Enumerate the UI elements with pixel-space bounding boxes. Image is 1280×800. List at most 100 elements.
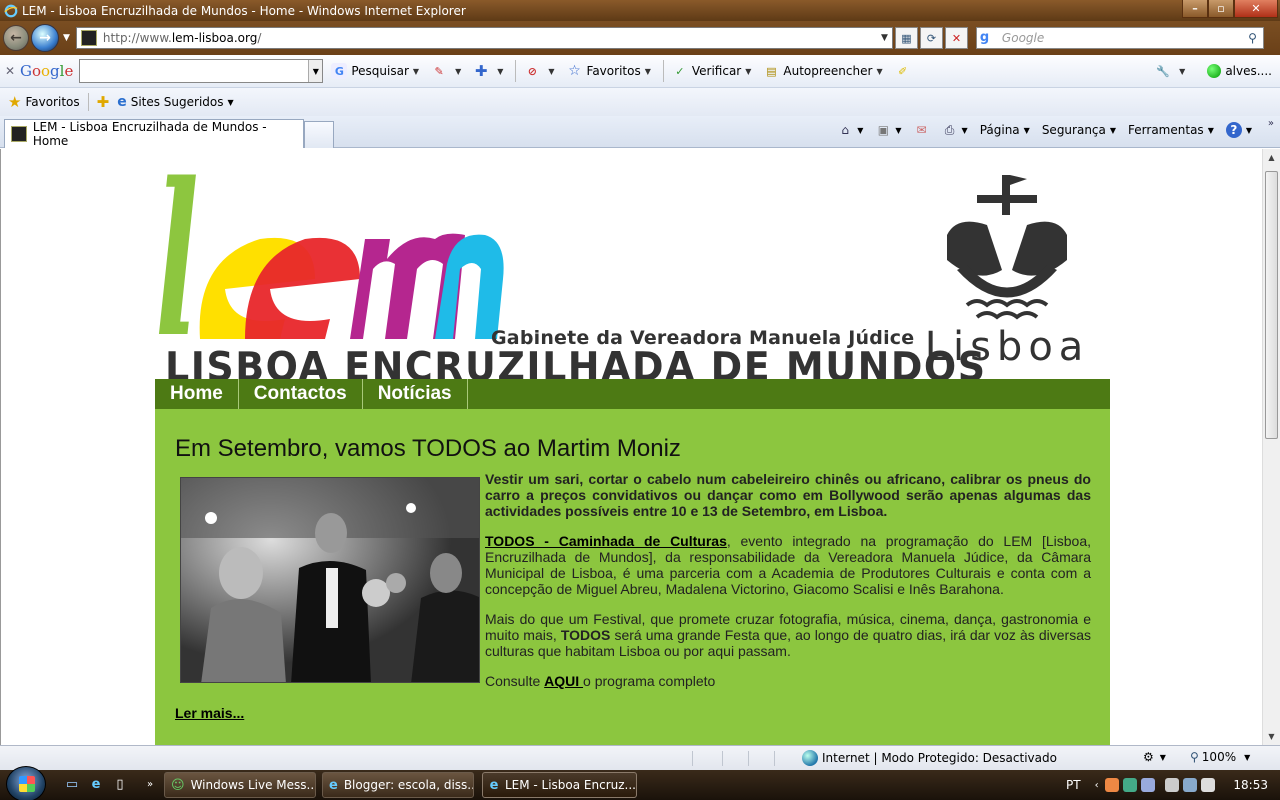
close-button[interactable]: ✕ [1234,0,1278,18]
ie-icon: e [489,777,499,793]
vertical-scrollbar[interactable]: ▲ ▼ [1262,149,1280,745]
clock[interactable]: 18:53 [1233,778,1268,792]
status-bar: Internet | Modo Protegido: Desactivado ⚙… [0,745,1280,770]
favorites-button[interactable]: Favoritos [25,95,79,109]
print-button[interactable]: ⎙ ▼ [942,122,968,138]
scroll-down-icon[interactable]: ▼ [1263,728,1280,745]
highlighter-icon: ✐ [897,64,908,78]
chevron-down-icon[interactable]: ▼ [228,98,234,107]
spellcheck-button[interactable]: ✓ Verificar ▼ [672,63,751,79]
minimize-button[interactable]: – [1182,0,1208,18]
tray-expand-icon[interactable]: ‹ [1095,780,1099,791]
svg-text:Lisboa: Lisboa [925,324,1090,365]
volume-icon[interactable] [1200,778,1215,792]
recent-pages-dropdown-icon[interactable]: ▼ [63,33,70,43]
nav-home[interactable]: Home [155,379,239,409]
task-blogger[interactable]: e Blogger: escola, diss... [322,772,474,798]
address-bar[interactable]: http://www.lem-lisboa.org/ ▼ [75,27,893,49]
todos-link[interactable]: TODOS - Caminhada de Culturas [485,533,727,549]
network-icon[interactable] [1182,778,1197,792]
scroll-up-icon[interactable]: ▲ [1263,149,1280,166]
scroll-thumb[interactable] [1265,171,1278,439]
search-icon[interactable]: ⚲ [1248,31,1257,45]
language-indicator[interactable]: PT [1066,778,1081,792]
status-divider [748,751,749,766]
article-paragraph: Mais do que um Festival, que promete cru… [485,611,1091,659]
article-photo [180,477,480,683]
forward-button[interactable]: → [31,24,59,52]
status-divider [692,751,693,766]
home-button[interactable]: ⌂ ▼ [837,122,863,138]
maximize-button[interactable]: ▫ [1208,0,1234,18]
plus-button[interactable]: ✚ ▼ [473,62,503,80]
popup-blocker-button[interactable]: ⊘ ▼ [524,63,555,79]
plus-icon: ✚ [474,62,488,80]
ie-logo-icon [4,4,18,17]
taskbar: ▭ e ▯ » ☺ Windows Live Mess... e Blogger: … [0,766,1280,800]
suggested-sites-button[interactable]: Sites Sugeridos [131,95,224,109]
main-content: Em Setembro, vamos TODOS ao Martim Moniz [155,409,1110,745]
bookmark-menu-button[interactable]: ✎ ▼ [431,63,461,79]
article-body: Vestir um sari, cortar o cabelo num cabe… [485,471,1091,703]
feeds-button[interactable]: ▣ ▼ [875,122,902,138]
title-bar: LEM - Lisboa Encruzilhada de Mundos - Ho… [0,0,1280,21]
highlight-button[interactable]: ✐ [895,63,915,79]
nav-contactos[interactable]: Contactos [239,379,363,409]
programa-link[interactable]: AQUI [544,673,583,689]
start-button[interactable] [6,766,46,800]
globe-icon [802,750,818,766]
task-lem[interactable]: e LEM - Lisboa Encruz... [482,772,637,798]
quicklaunch-chevron-icon[interactable]: » [142,776,158,792]
ie-quicklaunch-icon[interactable]: e [88,776,104,792]
chevron-right-icon[interactable]: » [1268,118,1274,129]
toolbar-close-icon[interactable]: ✕ [0,64,20,78]
account-status-icon [1207,64,1222,78]
battery-icon[interactable] [1164,778,1179,792]
back-button[interactable]: ← [3,25,29,51]
add-favorite-icon[interactable]: ✚ [97,93,110,111]
mail-button[interactable]: ✉ [914,122,930,138]
wrench-icon: 🔧 [1156,64,1170,78]
autofill-button[interactable]: ▤ Autopreencher ▼ [763,63,882,79]
tools-menu[interactable]: Ferramentas ▼ [1128,123,1214,137]
google-search-icon: g [979,30,990,45]
tray-users-icon[interactable] [1140,778,1155,792]
settings-button[interactable]: 🔧 ▼ [1155,63,1185,79]
protected-mode-button[interactable]: ⚙ ▼ [1143,750,1166,764]
article-paragraph: Consulte AQUI o programa completo [485,673,716,689]
tab-lem-home[interactable]: LEM - Lisboa Encruzilhada de Mundos - Ho… [4,119,304,148]
chevron-down-icon[interactable]: ▼ [308,60,323,82]
address-dropdown-icon[interactable]: ▼ [881,33,888,43]
help-menu[interactable]: ? ▼ [1225,122,1252,138]
ie-icon: e [329,777,338,793]
security-zone[interactable]: Internet | Modo Protegido: Desactivado [802,750,1057,766]
google-search-input[interactable]: ▼ [79,59,324,83]
refresh-icon[interactable]: ⟳ [919,27,943,49]
new-tab-button[interactable] [304,121,334,148]
page-menu[interactable]: Página ▼ [980,123,1030,137]
favorites-button[interactable]: ☆ Favoritos ▼ [567,63,651,79]
document-icon[interactable]: ▯ [112,776,128,792]
stop-icon[interactable]: ✕ [944,27,968,49]
tray-app-icon[interactable] [1104,778,1119,792]
search-box[interactable]: g Google ⚲ [975,27,1264,49]
show-desktop-icon[interactable]: ▭ [64,776,80,792]
chevron-down-icon[interactable]: ▼ [1244,753,1250,762]
read-more-link[interactable]: Ler mais... [175,705,244,721]
zoom-control[interactable]: ⚲ 100% ▼ [1190,750,1250,764]
compatibility-view-icon[interactable]: ▦ [894,27,918,49]
tray-app-icon[interactable] [1122,778,1137,792]
protected-mode-icon: ⚙ [1143,750,1154,764]
rss-icon: ▣ [877,123,890,137]
zone-text: Internet | Modo Protegido: Desactivado [822,751,1057,765]
svg-text:l: l [155,169,199,344]
security-menu[interactable]: Segurança ▼ [1042,123,1116,137]
search-placeholder: Google [1001,31,1045,45]
nav-noticias[interactable]: Notícias [363,379,468,409]
search-button[interactable]: G Pesquisar ▼ [331,63,419,79]
account-name[interactable]: alves.... [1225,64,1272,78]
task-windows-live-messenger[interactable]: ☺ Windows Live Mess... [164,772,316,798]
google-g-icon: G [331,63,348,79]
page-viewport: l Gabinete da Vereadora Manuela Júdice L… [0,149,1262,745]
article-headline: Em Setembro, vamos TODOS ao Martim Moniz [175,435,681,462]
